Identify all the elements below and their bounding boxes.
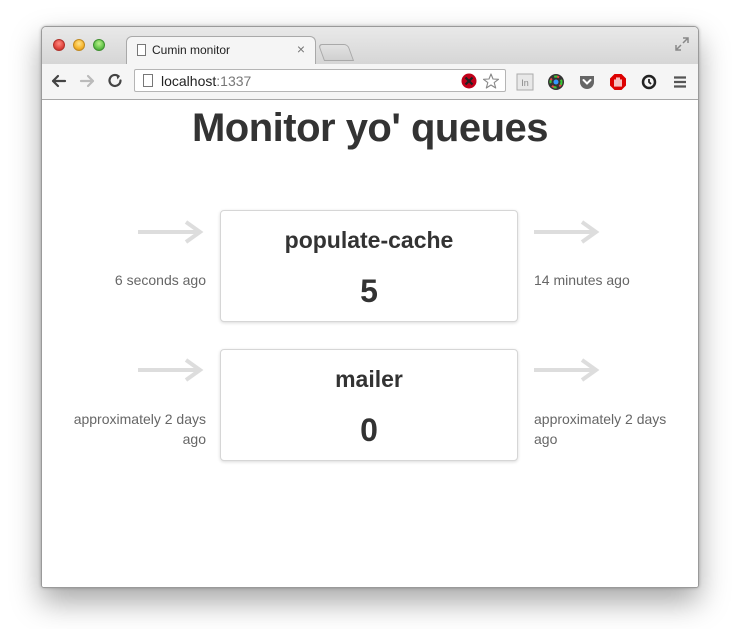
color-picker-icon[interactable] xyxy=(547,73,565,91)
url-text[interactable]: localhost:1337 xyxy=(161,73,251,89)
back-icon[interactable] xyxy=(50,72,68,90)
browser-tab[interactable]: Cumin monitor × xyxy=(126,36,316,64)
queue-right-time: 14 minutes ago xyxy=(534,272,630,288)
queue-count: 0 xyxy=(360,412,378,448)
fullscreen-icon[interactable] xyxy=(675,37,689,51)
title-bar: Cumin monitor × xyxy=(42,27,698,64)
page-content: Monitor yo' queues 6 seconds ago populat… xyxy=(42,100,698,587)
queue-name: mailer xyxy=(335,366,403,392)
queue-left-time: 6 seconds ago xyxy=(114,272,206,288)
address-bar[interactable]: localhost:1337 xyxy=(134,69,506,92)
lastpass-icon[interactable] xyxy=(461,73,477,89)
tab-title: Cumin monitor xyxy=(152,43,231,57)
outgoing-arrow-icon xyxy=(534,220,600,244)
incoming-arrow-icon xyxy=(138,220,204,244)
queue-card-mailer: mailer 0 xyxy=(220,349,518,461)
window-minimize-button[interactable] xyxy=(73,39,85,51)
queue-left-time: approximately 2 days ago xyxy=(73,411,206,447)
incoming-arrow-icon xyxy=(138,358,204,382)
browser-toolbar: localhost:1337 In xyxy=(42,64,698,100)
star-icon[interactable] xyxy=(483,73,499,89)
sync-icon[interactable] xyxy=(640,73,658,91)
window-maximize-button[interactable] xyxy=(93,39,105,51)
outgoing-arrow-icon xyxy=(534,358,600,382)
forward-icon[interactable] xyxy=(78,72,96,90)
window-close-button[interactable] xyxy=(53,39,65,51)
page-icon xyxy=(137,44,146,56)
tab-close-button[interactable]: × xyxy=(297,41,305,57)
new-tab-button[interactable] xyxy=(317,44,355,61)
reload-icon[interactable] xyxy=(106,72,124,90)
linkedin-icon[interactable]: In xyxy=(516,73,534,91)
queue-card-populate-cache: populate-cache 5 xyxy=(220,210,518,322)
queue-count: 5 xyxy=(360,273,378,309)
svg-text:In: In xyxy=(521,78,529,88)
menu-icon[interactable] xyxy=(671,73,689,91)
page-icon xyxy=(143,74,153,87)
adblock-icon[interactable] xyxy=(609,73,627,91)
queue-right-time: approximately 2 days ago xyxy=(534,411,667,447)
browser-window: Cumin monitor × localhost:1337 In Monito… xyxy=(41,26,699,588)
queue-name: populate-cache xyxy=(284,227,454,253)
page-title: Monitor yo' queues xyxy=(191,106,549,150)
pocket-icon[interactable] xyxy=(578,73,596,91)
